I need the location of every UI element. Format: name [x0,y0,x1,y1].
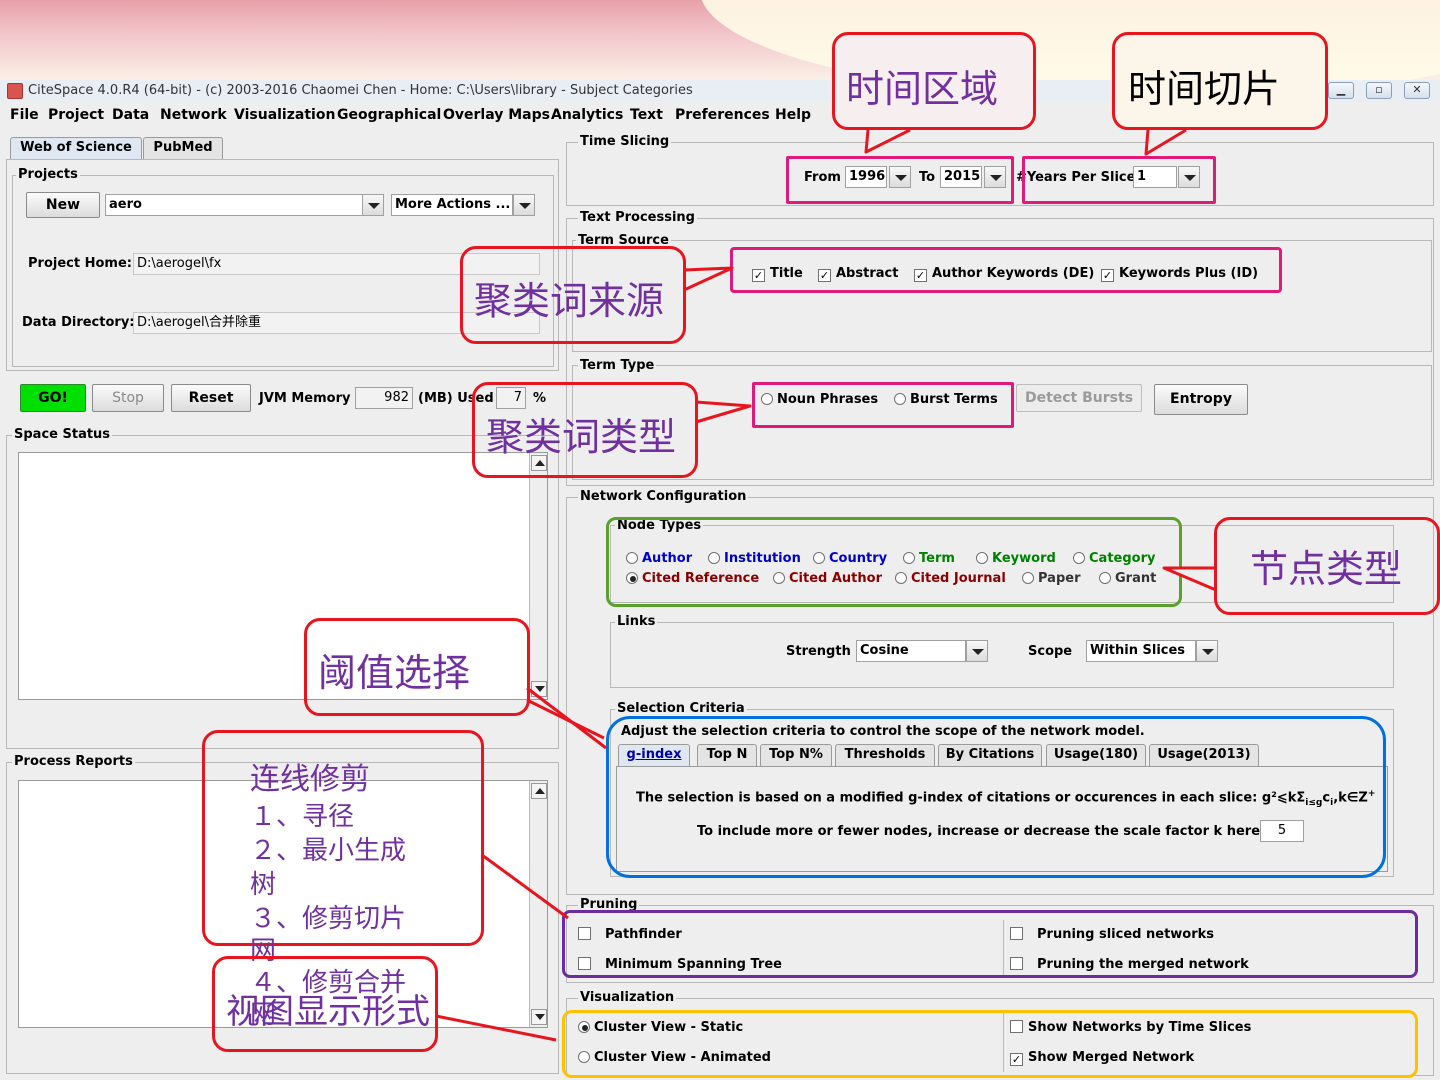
pruning-title-annotation: 连线修剪 [250,762,370,797]
term-source-annotation: 聚类词来源 [474,279,665,323]
time-region-annotation: 时间区域 [846,67,999,111]
time-slice-annotation: 时间切片 [1128,67,1281,111]
threshold-annotation: 阈值选择 [318,651,471,695]
pruning-item-1: １、寻径 [250,802,355,832]
pruning-item-2: ２、最小生成 [250,836,407,866]
pruning-item-2-cont: 树 [250,870,277,900]
term-type-annotation: 聚类词类型 [486,415,677,459]
view-form-annotation: 视图显示形式 [226,992,430,1032]
node-type-annotation: 节点类型 [1250,547,1403,591]
